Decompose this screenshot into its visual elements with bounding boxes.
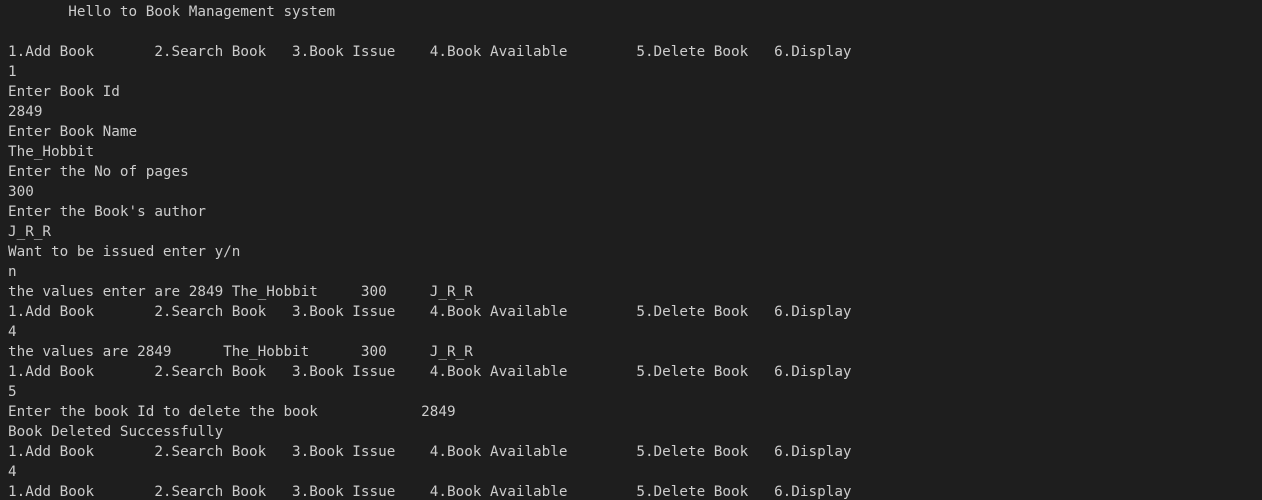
terminal-line: 1.Add Book 2.Search Book 3.Book Issue 4.… bbox=[8, 444, 852, 460]
terminal-output[interactable]: Hello to Book Management system 1.Add Bo… bbox=[0, 0, 1262, 500]
terminal-line: n bbox=[8, 264, 17, 280]
terminal-line: The_Hobbit bbox=[8, 144, 95, 160]
terminal-line: J_R_R bbox=[8, 224, 52, 240]
terminal-line: 4 bbox=[8, 464, 17, 480]
terminal-line: Enter Book Name bbox=[8, 124, 138, 140]
terminal-line: 5 bbox=[8, 384, 17, 400]
terminal-line: 1.Add Book 2.Search Book 3.Book Issue 4.… bbox=[8, 44, 852, 60]
terminal-line: Enter the book Id to delete the book 284… bbox=[8, 404, 456, 420]
terminal-line: Enter Book Id bbox=[8, 84, 120, 100]
terminal-line: Hello to Book Management system bbox=[8, 4, 336, 20]
terminal-line: the values are 2849 The_Hobbit 300 J_R_R bbox=[8, 344, 473, 360]
terminal-line: Want to be issued enter y/n bbox=[8, 244, 241, 260]
terminal-line: 1.Add Book 2.Search Book 3.Book Issue 4.… bbox=[8, 484, 852, 500]
terminal-line: Enter the Book's author bbox=[8, 204, 206, 220]
terminal-line: Enter the No of pages bbox=[8, 164, 189, 180]
terminal-line: 1.Add Book 2.Search Book 3.Book Issue 4.… bbox=[8, 364, 852, 380]
terminal-line: Book Deleted Successfully bbox=[8, 424, 224, 440]
terminal-line: 1.Add Book 2.Search Book 3.Book Issue 4.… bbox=[8, 304, 852, 320]
terminal-line: 300 bbox=[8, 184, 34, 200]
terminal-line: 2849 bbox=[8, 104, 43, 120]
terminal-line: the values enter are 2849 The_Hobbit 300… bbox=[8, 284, 473, 300]
terminal-line: 1 bbox=[8, 64, 17, 80]
terminal-line: 4 bbox=[8, 324, 17, 340]
